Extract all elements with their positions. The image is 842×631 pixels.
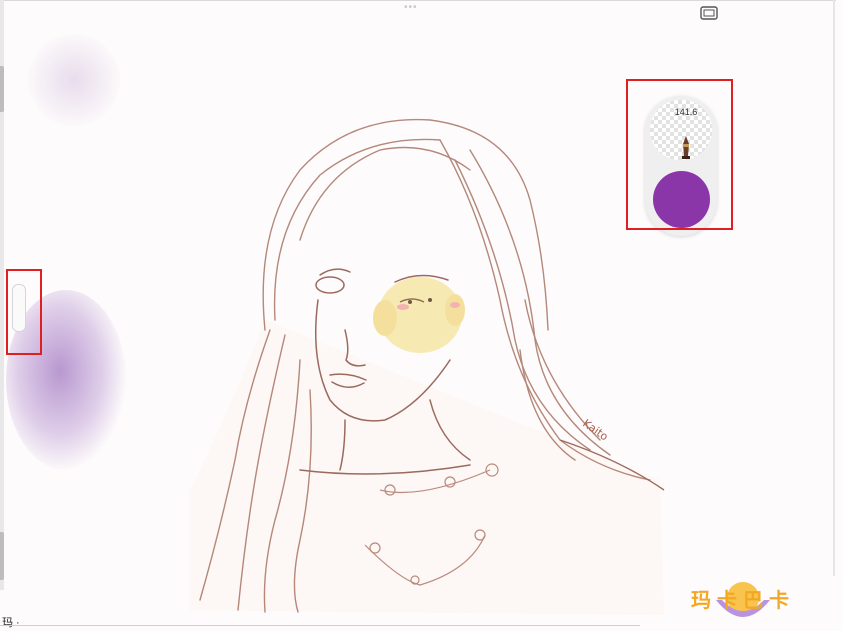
chick-sticker xyxy=(373,277,465,353)
watermark-logo: 玛卡巴卡 xyxy=(688,574,798,626)
footer-partial-text: 玛 · xyxy=(2,617,20,629)
watermark-logo-text: 玛卡巴卡 xyxy=(691,590,795,612)
artist-signature: Kaito xyxy=(580,417,610,444)
highlight-box-side-handle xyxy=(6,269,42,355)
highlight-box-tool-panel xyxy=(626,79,733,230)
